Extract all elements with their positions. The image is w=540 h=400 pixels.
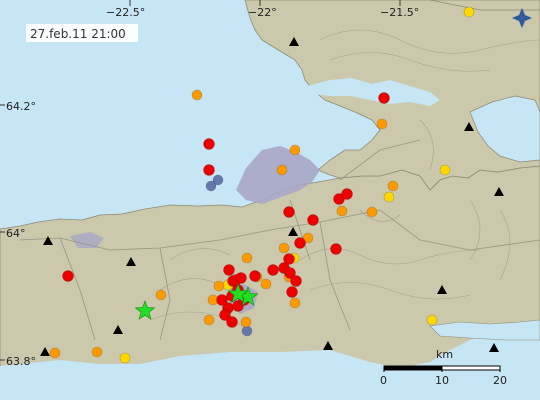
earthquake-marker	[307, 214, 319, 226]
earthquake-marker	[387, 180, 399, 192]
lon-label-3: −21.5°	[380, 6, 419, 19]
earthquake-marker	[376, 118, 388, 130]
earthquake-marker	[203, 138, 215, 150]
lat-label-1: 64.2°	[6, 100, 36, 113]
earthquake-marker	[383, 191, 395, 203]
scale-tick-0: 0	[380, 374, 387, 387]
earthquake-marker	[226, 316, 238, 328]
earthquake-marker	[426, 314, 438, 326]
earthquake-marker	[330, 243, 342, 255]
earthquake-marker	[289, 297, 301, 309]
earthquake-marker	[260, 278, 272, 290]
lat-label-3: 63.8°	[6, 355, 36, 368]
earthquake-marker	[463, 6, 475, 18]
scale-tick-10: 10	[435, 374, 449, 387]
earthquake-marker	[91, 346, 103, 358]
earthquake-marker	[216, 294, 228, 306]
earthquake-marker	[241, 252, 253, 264]
earthquake-marker	[203, 164, 215, 176]
earthquake-marker	[241, 325, 253, 337]
earthquake-marker	[119, 352, 131, 364]
earthquake-marker	[223, 264, 235, 276]
earthquake-marker	[235, 272, 247, 284]
earthquake-marker	[283, 206, 295, 218]
earthquake-marker	[203, 314, 215, 326]
map-canvas: 27.feb.11 21:00 −22.5° −22° −21.5° 64.2°…	[0, 0, 540, 400]
earthquake-marker	[341, 188, 353, 200]
earthquake-marker	[378, 92, 390, 104]
earthquake-marker	[62, 270, 74, 282]
earthquake-marker	[289, 144, 301, 156]
timestamp: 27.feb.11 21:00	[30, 27, 126, 41]
earthquake-marker	[267, 264, 279, 276]
earthquake-marker	[366, 206, 378, 218]
earthquake-marker	[276, 164, 288, 176]
scale-unit: km	[436, 348, 453, 361]
scale-tick-20: 20	[493, 374, 507, 387]
earthquake-marker	[240, 316, 252, 328]
earthquake-marker	[49, 347, 61, 359]
earthquake-marker	[294, 237, 306, 249]
earthquake-marker	[278, 242, 290, 254]
lon-label-2: −22°	[248, 6, 277, 19]
earthquake-marker	[249, 270, 261, 282]
earthquake-marker	[439, 164, 451, 176]
earthquake-marker	[286, 286, 298, 298]
earthquake-marker	[336, 205, 348, 217]
earthquake-marker	[290, 275, 302, 287]
earthquake-marker	[213, 280, 225, 292]
lat-label-2: 64°	[6, 227, 26, 240]
earthquake-marker	[205, 180, 217, 192]
lon-label-1: −22.5°	[106, 6, 145, 19]
earthquake-marker	[155, 289, 167, 301]
earthquake-map: 27.feb.11 21:00 −22.5° −22° −21.5° 64.2°…	[0, 0, 540, 400]
earthquake-marker	[191, 89, 203, 101]
